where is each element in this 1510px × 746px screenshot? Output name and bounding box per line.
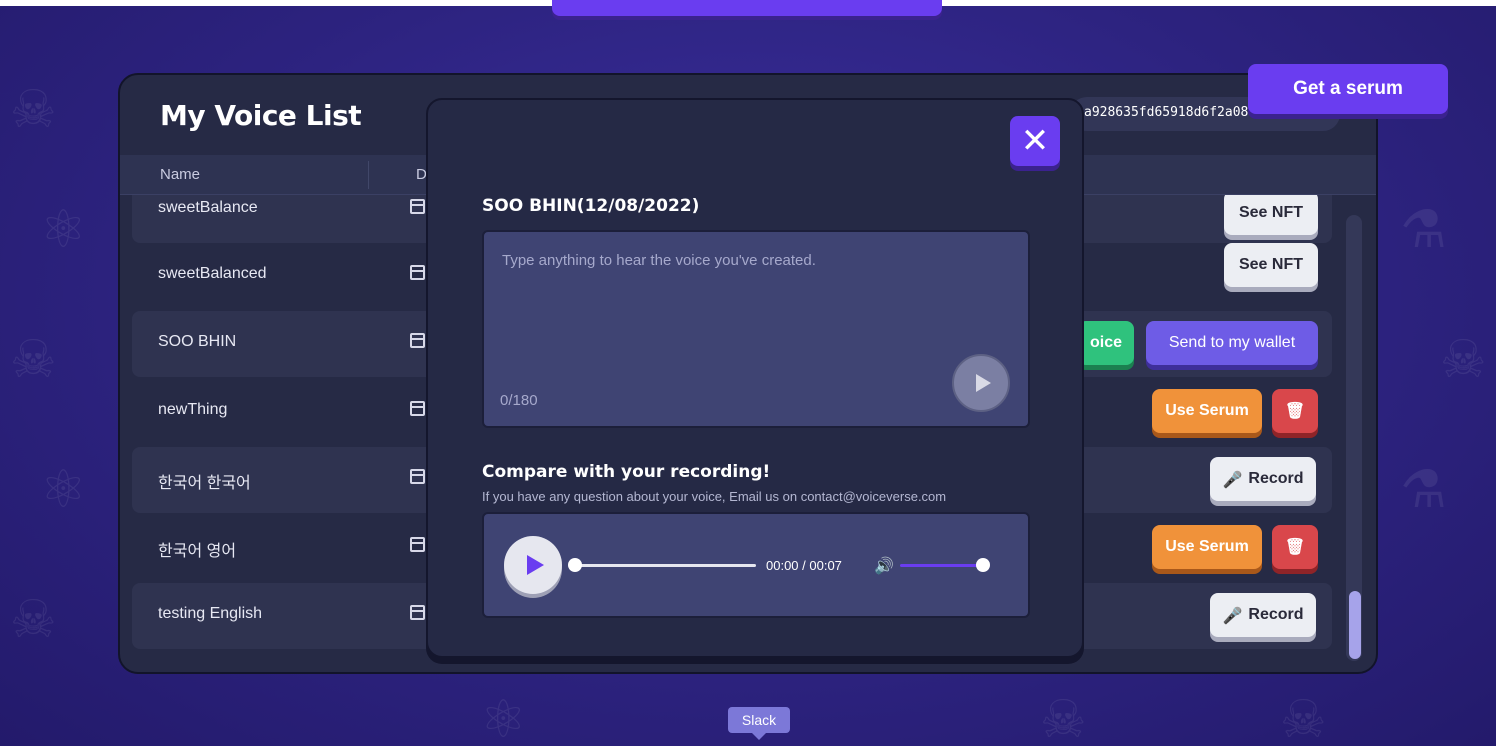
send-to-wallet-button[interactable]: Send to my wallet bbox=[1146, 321, 1318, 365]
trash-icon: 🗑 bbox=[1284, 539, 1306, 556]
voice-button[interactable]: oice bbox=[1078, 321, 1134, 365]
record-button[interactable]: 🎤 Record bbox=[1210, 593, 1316, 637]
column-header-name[interactable]: Name bbox=[160, 166, 200, 183]
voice-name: sweetBalance bbox=[158, 199, 258, 216]
calendar-icon bbox=[410, 333, 425, 348]
voice-name: 한국어 영어 bbox=[158, 543, 237, 560]
time-display: 00:00 / 00:07 bbox=[766, 558, 842, 573]
compare-subtext: If you have any question about your voic… bbox=[482, 489, 947, 504]
skull-icon: ☠ bbox=[1280, 690, 1327, 746]
column-divider bbox=[368, 161, 369, 189]
atom-icon: ⚛ bbox=[40, 200, 87, 260]
character-counter: 0/180 bbox=[500, 392, 538, 409]
use-serum-button[interactable]: Use Serum bbox=[1152, 389, 1262, 433]
skull-icon: ☠ bbox=[10, 590, 57, 650]
record-button[interactable]: 🎤 Record bbox=[1210, 457, 1316, 501]
voice-name: 한국어 한국어 bbox=[158, 475, 251, 492]
atom-icon: ⚛ bbox=[40, 460, 87, 520]
audio-player: 00:00 / 00:07 🔊 bbox=[482, 512, 1030, 618]
page-title: My Voice List bbox=[160, 99, 362, 132]
calendar-icon bbox=[410, 605, 425, 620]
record-label: Record bbox=[1248, 470, 1304, 487]
volume-slider[interactable] bbox=[900, 564, 984, 567]
record-label: Record bbox=[1248, 606, 1304, 623]
modal-title: SOO BHIN(12/08/2022) bbox=[482, 196, 700, 216]
calendar-icon bbox=[410, 537, 425, 552]
see-nft-button[interactable]: See NFT bbox=[1224, 195, 1318, 235]
skull-icon: ☠ bbox=[1040, 690, 1087, 746]
volume-handle[interactable] bbox=[976, 558, 990, 572]
voice-detail-modal: ✕ SOO BHIN(12/08/2022) Type anything to … bbox=[426, 98, 1084, 658]
skull-icon: ☠ bbox=[1440, 330, 1487, 390]
voice-name: newThing bbox=[158, 401, 228, 418]
scrollbar-thumb[interactable] bbox=[1349, 591, 1361, 659]
calendar-icon bbox=[410, 199, 425, 214]
textarea-placeholder: Type anything to hear the voice you've c… bbox=[502, 252, 816, 269]
skull-icon: ☠ bbox=[10, 330, 57, 390]
get-serum-button[interactable]: Get a serum bbox=[1248, 64, 1448, 114]
close-button[interactable]: ✕ bbox=[1010, 116, 1060, 166]
use-serum-button[interactable]: Use Serum bbox=[1152, 525, 1262, 569]
microphone-icon: 🎤 bbox=[1222, 469, 1243, 489]
speak-button[interactable] bbox=[952, 354, 1010, 412]
microphone-icon: 🎤 bbox=[1222, 605, 1243, 625]
close-icon: ✕ bbox=[1020, 121, 1050, 161]
delete-button[interactable]: 🗑 bbox=[1272, 389, 1318, 433]
play-icon bbox=[526, 555, 544, 575]
trash-icon: 🗑 bbox=[1284, 403, 1306, 420]
skull-icon: ☠ bbox=[10, 80, 57, 140]
flask-icon: ⚗ bbox=[1400, 200, 1447, 260]
see-nft-button[interactable]: See NFT bbox=[1224, 243, 1318, 287]
play-button[interactable] bbox=[504, 536, 562, 594]
delete-button[interactable]: 🗑 bbox=[1272, 525, 1318, 569]
flask-icon: ⚗ bbox=[1400, 460, 1447, 520]
atom-icon: ⚛ bbox=[480, 690, 527, 746]
top-partial-button[interactable] bbox=[552, 0, 942, 16]
voice-name: SOO BHIN bbox=[158, 333, 237, 350]
calendar-icon bbox=[410, 469, 425, 484]
compare-heading: Compare with your recording! bbox=[482, 462, 771, 482]
window-right-edge bbox=[1496, 0, 1510, 746]
slack-tooltip: Slack bbox=[728, 707, 790, 740]
play-icon bbox=[975, 374, 991, 392]
calendar-icon bbox=[410, 401, 425, 416]
volume-icon[interactable]: 🔊 bbox=[874, 556, 894, 575]
calendar-icon bbox=[410, 265, 425, 280]
seek-bar[interactable] bbox=[576, 564, 756, 567]
tts-textarea[interactable]: Type anything to hear the voice you've c… bbox=[482, 230, 1030, 428]
voice-name: sweetBalanced bbox=[158, 265, 267, 282]
voice-name: testing English bbox=[158, 605, 263, 622]
seek-handle[interactable] bbox=[568, 558, 582, 572]
